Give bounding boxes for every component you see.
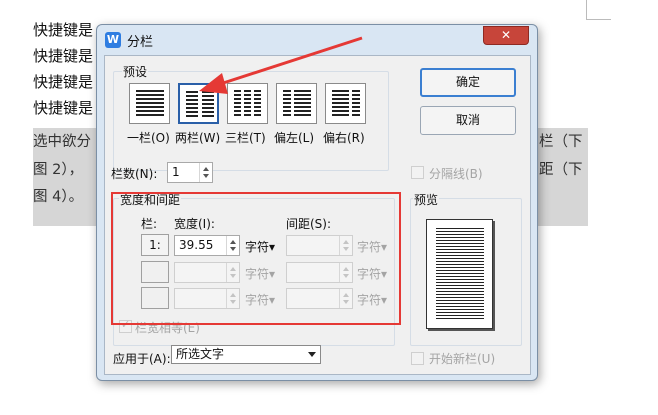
screen: 快捷键是 快捷键是 快捷键是 快捷键是 选中欲分 栏（下 图 2）， 距（下 图… [0, 0, 658, 415]
annotation-arrow-icon [199, 36, 363, 94]
